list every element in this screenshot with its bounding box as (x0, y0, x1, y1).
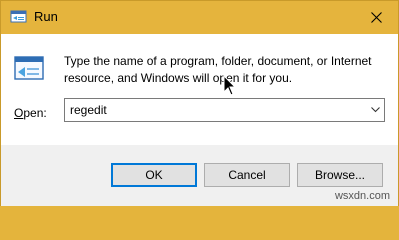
open-label-rest: pen: (23, 106, 47, 120)
mouse-cursor-icon (223, 75, 237, 96)
run-dialog: Run Type the name of a program, folder, … (0, 0, 399, 206)
ok-button[interactable]: OK (111, 163, 197, 187)
open-label: Open: (14, 106, 47, 120)
window-title: Run (34, 9, 58, 24)
open-combobox[interactable]: regedit (64, 98, 385, 122)
dropdown-button[interactable] (366, 99, 384, 121)
open-input[interactable]: regedit (70, 103, 107, 117)
cancel-button[interactable]: Cancel (204, 163, 290, 187)
chevron-down-icon (370, 107, 380, 113)
browse-button[interactable]: Browse... (297, 163, 383, 187)
run-app-icon (10, 10, 27, 23)
title-bar[interactable]: Run (1, 1, 398, 34)
close-icon (370, 12, 382, 23)
button-bar: OK Cancel Browse... wsxdn.com (1, 145, 398, 206)
dialog-content: Type the name of a program, folder, docu… (1, 34, 398, 145)
close-button[interactable] (354, 1, 398, 34)
watermark-text: wsxdn.com (334, 190, 390, 202)
run-program-icon (14, 56, 44, 80)
open-label-mnemonic: O (14, 106, 24, 120)
